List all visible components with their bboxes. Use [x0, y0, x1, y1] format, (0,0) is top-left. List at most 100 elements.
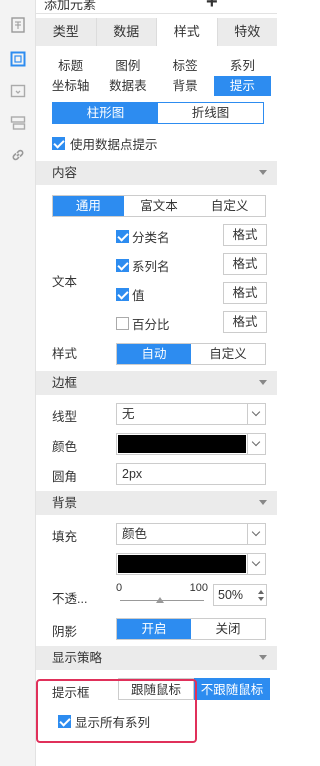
subtab-title[interactable]: 标题 — [42, 56, 100, 76]
stepper-up-icon[interactable] — [258, 590, 264, 594]
link-icon[interactable] — [9, 146, 27, 164]
chart-type-toggle: 柱形图 折线图 — [52, 102, 264, 124]
format-button-category[interactable]: 格式 — [223, 224, 267, 246]
chevron-down-icon[interactable] — [247, 404, 265, 424]
collapse-arrow-icon[interactable] — [259, 380, 267, 385]
value-checkbox[interactable] — [116, 288, 129, 301]
section-content[interactable]: 内容 — [36, 161, 277, 185]
section-content-title: 内容 — [52, 166, 78, 180]
text-item-series[interactable]: 系列名 — [116, 256, 170, 275]
subtab-axis[interactable]: 坐标轴 — [42, 76, 100, 96]
show-all-series[interactable]: 显示所有系列 — [58, 712, 150, 731]
left-toolbar — [0, 0, 36, 766]
border-color-label: 颜色 — [52, 440, 78, 454]
category-label: 分类名 — [132, 231, 170, 245]
main-tabs: 类型 数据 样式 特效 — [36, 18, 277, 46]
tab-effects[interactable]: 特效 — [217, 18, 277, 46]
format-button-value[interactable]: 格式 — [223, 282, 267, 304]
section-strategy[interactable]: 显示策略 — [36, 646, 277, 670]
border-color-fill — [118, 435, 246, 453]
subtab-background[interactable]: 背景 — [156, 76, 214, 96]
category-checkbox[interactable] — [116, 230, 129, 243]
section-border[interactable]: 边框 — [36, 371, 277, 395]
tipbox-segment: 跟随鼠标 不跟随鼠标 — [118, 678, 270, 700]
tab-type[interactable]: 类型 — [36, 18, 97, 46]
tab-data[interactable]: 数据 — [96, 18, 157, 46]
collapse-arrow-icon[interactable] — [259, 500, 267, 505]
content-tab-custom[interactable]: 自定义 — [194, 196, 266, 216]
tab-style[interactable]: 样式 — [157, 18, 218, 46]
properties-panel: 添加元素 + 类型 数据 样式 特效 标题 图例 标签 系列 坐标轴 数据表 背… — [36, 0, 277, 766]
series-label: 系列名 — [132, 260, 170, 274]
use-tip-checkbox[interactable] — [52, 137, 65, 150]
content-tab-general[interactable]: 通用 — [53, 196, 124, 216]
bar-chart-button[interactable]: 柱形图 — [53, 103, 158, 123]
series-checkbox[interactable] — [116, 259, 129, 272]
opacity-label: 不透... — [52, 592, 88, 606]
chevron-down-icon[interactable] — [247, 524, 265, 544]
percent-checkbox[interactable] — [116, 317, 129, 330]
square-icon[interactable] — [9, 50, 27, 68]
slider-thumb[interactable] — [156, 597, 164, 603]
section-strategy-title: 显示策略 — [52, 651, 103, 665]
grid-doc-icon[interactable] — [9, 16, 27, 34]
collapse-arrow-icon[interactable] — [259, 655, 267, 660]
collapse-arrow-icon[interactable] — [259, 170, 267, 175]
border-color-picker[interactable] — [116, 433, 266, 455]
opacity-slider[interactable]: 0 100 — [116, 582, 208, 612]
shadow-label: 阴影 — [52, 625, 78, 639]
no-follow-mouse-button[interactable]: 不跟随鼠标 — [194, 678, 270, 700]
use-tip-label: 使用数据点提示 — [70, 138, 158, 152]
follow-mouse-button[interactable]: 跟随鼠标 — [118, 678, 194, 700]
style-label: 样式 — [52, 347, 78, 361]
shadow-on-button[interactable]: 开启 — [117, 619, 191, 639]
style-sub-tabs: 标题 图例 标签 系列 坐标轴 数据表 背景 提示 — [42, 56, 271, 96]
subtab-tooltip[interactable]: 提示 — [213, 76, 271, 96]
line-type-select[interactable]: 无 — [116, 403, 266, 425]
format-button-series[interactable]: 格式 — [223, 253, 267, 275]
fill-type-select[interactable]: 颜色 — [116, 523, 266, 545]
line-chart-button[interactable]: 折线图 — [158, 103, 263, 123]
radius-input[interactable]: 2px — [116, 463, 266, 485]
use-datapoint-tip[interactable]: 使用数据点提示 — [52, 134, 158, 153]
section-background-title: 背景 — [52, 496, 78, 510]
section-border-title: 边框 — [52, 376, 78, 390]
radius-value: 2px — [122, 467, 143, 481]
subtab-legend[interactable]: 图例 — [99, 56, 157, 76]
line-type-label: 线型 — [52, 410, 78, 424]
plus-icon[interactable]: + — [206, 0, 218, 13]
shadow-off-button[interactable]: 关闭 — [191, 619, 265, 639]
format-button-percent[interactable]: 格式 — [223, 311, 267, 333]
chevron-down-icon[interactable] — [247, 434, 265, 454]
add-element-label: 添加元素 — [44, 0, 97, 12]
percent-label: 百分比 — [132, 318, 170, 332]
slider-min-label: 0 — [116, 582, 123, 594]
chevron-down-icon[interactable] — [247, 554, 265, 574]
style-auto-button[interactable]: 自动 — [117, 344, 191, 364]
subtab-series[interactable]: 系列 — [213, 56, 271, 76]
tipbox-label: 提示框 — [52, 686, 90, 700]
slider-max-label: 100 — [189, 582, 208, 594]
text-item-category[interactable]: 分类名 — [116, 227, 170, 246]
stepper-down-icon[interactable] — [258, 597, 264, 601]
text-item-percent[interactable]: 百分比 — [116, 314, 170, 333]
style-segment: 自动 自定义 — [116, 343, 266, 365]
shadow-segment: 开启 关闭 — [116, 618, 266, 640]
line-type-value: 无 — [122, 407, 135, 421]
text-item-value[interactable]: 值 — [116, 285, 145, 304]
style-custom-button[interactable]: 自定义 — [191, 344, 265, 364]
radius-label: 圆角 — [52, 470, 78, 484]
show-all-checkbox[interactable] — [58, 715, 71, 728]
subtab-datatable[interactable]: 数据表 — [99, 76, 157, 96]
opacity-value: 50% — [218, 588, 244, 602]
fill-color-picker[interactable] — [116, 553, 266, 575]
fill-color-fill — [118, 555, 246, 573]
show-all-label: 显示所有系列 — [75, 716, 151, 730]
subtab-label[interactable]: 标签 — [156, 56, 214, 76]
content-tab-rich[interactable]: 富文本 — [123, 196, 195, 216]
layers-icon[interactable] — [9, 114, 27, 132]
opacity-stepper[interactable]: 50% — [213, 584, 267, 606]
section-background[interactable]: 背景 — [36, 491, 277, 515]
window-icon[interactable] — [9, 82, 27, 100]
add-element-bar[interactable]: 添加元素 + — [36, 0, 277, 14]
